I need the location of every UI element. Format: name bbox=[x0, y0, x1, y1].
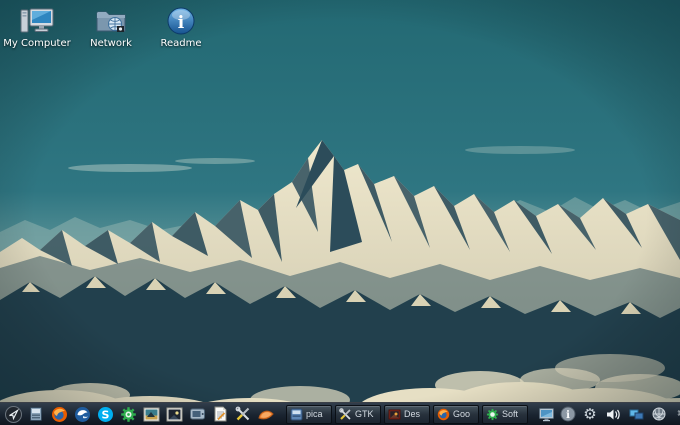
orange-slice-icon bbox=[258, 410, 274, 419]
image-viewer-button[interactable] bbox=[142, 405, 160, 423]
task-button-google[interactable]: Goo bbox=[433, 404, 479, 424]
network-tray-button[interactable] bbox=[627, 405, 645, 423]
quick-launch-right: i ⚙ bbox=[537, 405, 599, 423]
desktop-icon-my-computer[interactable]: My Computer bbox=[2, 6, 72, 49]
firefox-icon bbox=[437, 408, 450, 420]
firefox-button[interactable] bbox=[50, 405, 68, 423]
settings-button[interactable]: ⚙ bbox=[581, 405, 599, 423]
system-tray: ✂ ✂ ▲ 08:22 PM ☾ bbox=[604, 405, 680, 423]
skype-icon: S bbox=[97, 406, 113, 422]
task-label: pica bbox=[306, 409, 323, 419]
archive-icon bbox=[290, 408, 303, 420]
task-label: Soft bbox=[502, 409, 519, 419]
desktop-icon-label: My Computer bbox=[3, 38, 71, 49]
task-button-gtk[interactable]: GTK bbox=[335, 404, 381, 424]
desktop-icon-readme[interactable]: i Readme bbox=[146, 6, 216, 49]
about-button[interactable]: i bbox=[559, 405, 577, 423]
toolbox-button[interactable] bbox=[234, 405, 252, 423]
screenshot-icon bbox=[166, 407, 182, 421]
svg-text:i: i bbox=[178, 13, 185, 33]
update-button[interactable] bbox=[650, 405, 668, 423]
thunderbird-button[interactable] bbox=[73, 405, 91, 423]
removable-device-button[interactable] bbox=[188, 405, 206, 423]
removable-device-icon bbox=[189, 408, 205, 420]
image-viewer-icon bbox=[143, 407, 159, 421]
wallpaper-image bbox=[0, 0, 680, 425]
toolbox-icon bbox=[339, 407, 351, 420]
update-icon bbox=[652, 407, 666, 421]
clipboard-scissors-button[interactable]: ✂ bbox=[673, 405, 680, 423]
firefox-icon bbox=[51, 406, 67, 422]
task-list: pica GTK Des Goo Soft bbox=[286, 404, 528, 424]
text-editor-button[interactable] bbox=[211, 405, 229, 423]
file-manager-button[interactable] bbox=[27, 405, 45, 423]
volume-icon bbox=[606, 409, 620, 419]
desktop-icon-label: Readme bbox=[160, 38, 202, 49]
screenshot-button[interactable] bbox=[165, 405, 183, 423]
task-button-software[interactable]: Soft bbox=[482, 404, 528, 424]
text-editor-icon bbox=[214, 406, 226, 422]
package-manager-icon bbox=[120, 406, 136, 422]
display-button[interactable] bbox=[537, 405, 555, 423]
desktop[interactable]: My Computer Network i Readme S pica GTK … bbox=[0, 0, 680, 425]
toolbox-icon bbox=[235, 406, 250, 421]
task-button-desktop[interactable]: Des bbox=[384, 404, 430, 424]
svg-text:i: i bbox=[566, 410, 570, 421]
task-label: Goo bbox=[453, 409, 471, 419]
start-menu-icon bbox=[4, 405, 22, 423]
task-label: Des bbox=[404, 409, 421, 419]
wallpaper-icon bbox=[388, 409, 401, 419]
desktop-icon-label: Network bbox=[90, 38, 132, 49]
svg-text:S: S bbox=[101, 408, 109, 421]
desktop-icon-network[interactable]: Network bbox=[76, 6, 146, 49]
file-manager-icon bbox=[30, 407, 42, 421]
settings-gear-icon: ⚙ bbox=[583, 406, 597, 423]
display-icon bbox=[538, 407, 554, 421]
computer-icon bbox=[20, 8, 54, 33]
package-manager-icon bbox=[486, 408, 499, 420]
package-manager-button[interactable] bbox=[119, 405, 137, 423]
start-menu-button[interactable] bbox=[4, 405, 22, 423]
skype-button[interactable]: S bbox=[96, 405, 114, 423]
about-icon: i bbox=[560, 406, 576, 422]
thunderbird-icon bbox=[74, 406, 90, 422]
network-tray-icon bbox=[629, 409, 643, 419]
info-icon: i bbox=[167, 7, 195, 35]
task-button-picasa[interactable]: pica bbox=[286, 404, 332, 424]
task-label: GTK bbox=[355, 409, 374, 419]
orange-slice-button[interactable] bbox=[257, 405, 275, 423]
network-folder-icon bbox=[96, 11, 126, 32]
volume-button[interactable] bbox=[604, 405, 622, 423]
taskbar: S pica GTK Des Goo Soft i ⚙ bbox=[0, 402, 680, 425]
